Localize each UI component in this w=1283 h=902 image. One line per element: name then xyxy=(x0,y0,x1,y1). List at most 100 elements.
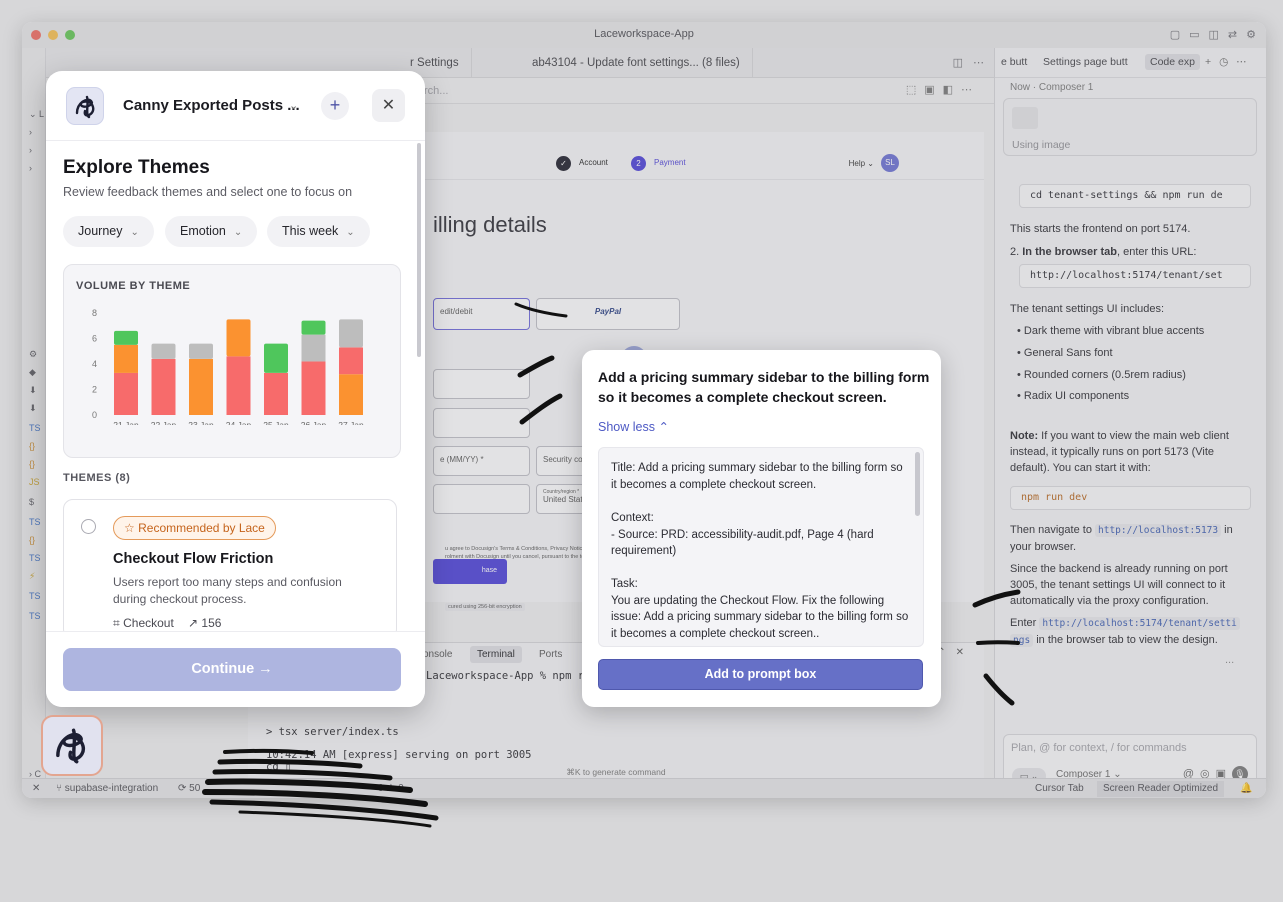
bar-segment[interactable] xyxy=(114,344,138,373)
postal-field[interactable] xyxy=(433,484,530,514)
card-number-field[interactable] xyxy=(433,369,530,399)
workspace-name[interactable]: Canny Exported Posts ... xyxy=(123,97,300,114)
x-tick-label: 24 Jan xyxy=(226,420,252,425)
bar-segment[interactable] xyxy=(189,358,213,415)
name-field[interactable] xyxy=(433,408,530,438)
tab-diff[interactable]: ab43104 - Update font settings... (8 fil… xyxy=(520,48,753,78)
add-button[interactable]: + xyxy=(321,92,349,120)
more-icon[interactable]: ⋯ xyxy=(973,56,984,69)
sync-status[interactable]: ⟳ 50 xyxy=(178,783,200,794)
bar-segment[interactable] xyxy=(264,372,288,415)
gear-icon[interactable]: ⚙ xyxy=(24,346,37,363)
add-to-prompt-button[interactable]: Add to prompt box xyxy=(598,659,923,690)
bar-segment[interactable] xyxy=(151,358,176,415)
secure-note: cured using 256-bit encryption xyxy=(445,603,525,611)
bar-segment[interactable] xyxy=(339,347,363,375)
json-file-icon[interactable]: {} xyxy=(24,438,35,455)
avatar[interactable]: SL xyxy=(881,154,899,172)
bar-segment[interactable] xyxy=(151,343,176,359)
preview-tool-icons[interactable]: ⬚▣◧⋯ xyxy=(906,83,980,96)
ts-file-icon[interactable]: TS xyxy=(24,608,41,625)
branch-status[interactable]: ⑂ supabase-integration xyxy=(56,783,158,794)
bar-segment[interactable] xyxy=(114,330,138,345)
swap-icon[interactable]: ⇄ xyxy=(1228,28,1237,41)
card-option[interactable]: edit/debit xyxy=(433,298,530,330)
chevron-down-icon[interactable]: ⌄ xyxy=(289,99,298,112)
bullet-item: • Rounded corners (0.5rem radius) xyxy=(1017,369,1186,381)
purchase-button[interactable]: hase xyxy=(433,559,507,584)
bar-segment[interactable] xyxy=(114,372,138,415)
bar-segment[interactable] xyxy=(339,374,363,415)
tab-chat-3[interactable]: Code exp xyxy=(1145,54,1200,70)
js-file-icon[interactable]: JS xyxy=(24,474,40,491)
bullet-text: Dark theme with vibrant blue accents xyxy=(1023,325,1205,337)
screen-reader-status[interactable]: Screen Reader Optimized xyxy=(1097,781,1225,797)
close-icon[interactable]: ✕ xyxy=(372,89,405,122)
chat-tab-icons[interactable]: +◷⋯ xyxy=(1205,56,1255,68)
problems-status[interactable]: 0 ⚠ 0 xyxy=(378,783,404,794)
expiry-field[interactable]: e (MM/YY) * xyxy=(433,446,530,476)
tree-chevron[interactable]: ⌄ L xyxy=(24,106,44,123)
modal-scrollbar[interactable] xyxy=(417,143,421,357)
lace-launcher-button[interactable] xyxy=(41,715,103,776)
split-icon[interactable]: ◫ xyxy=(953,56,963,69)
terminal-window-icons[interactable]: ⌃✕ xyxy=(937,647,974,658)
dollar-file-icon[interactable]: $ xyxy=(24,494,34,511)
bar-segment[interactable] xyxy=(264,343,288,373)
json-file-icon[interactable]: {} xyxy=(24,532,35,549)
tab-terminal[interactable]: Terminal xyxy=(470,646,522,663)
bar-segment[interactable] xyxy=(301,320,326,335)
code-snippet: cd tenant-settings && npm run de xyxy=(1019,184,1251,208)
theme-title: Checkout Flow Friction xyxy=(113,551,274,567)
nav-url[interactable]: http://localhost:5173 xyxy=(1095,524,1222,537)
file-icon[interactable]: ⬇ xyxy=(24,400,37,417)
file-icon[interactable]: ⬇ xyxy=(24,382,37,399)
bar-segment[interactable] xyxy=(189,343,213,359)
bar-segment[interactable] xyxy=(301,334,326,362)
step-rest: , enter this URL: xyxy=(1117,246,1197,258)
paypal-option[interactable]: PayPal xyxy=(536,298,680,330)
tree-chevron[interactable]: › xyxy=(24,142,32,159)
tab-chat-1[interactable]: e butt xyxy=(1001,56,1027,68)
bell-icon[interactable]: 🔔 xyxy=(1240,783,1252,794)
ts-file-icon[interactable]: TS xyxy=(24,588,41,605)
tree-chevron[interactable]: › xyxy=(24,124,32,141)
theme-card[interactable]: ☆ Recommended by Lace Checkout Flow Fric… xyxy=(63,499,397,639)
ts-file-icon[interactable]: TS xyxy=(24,514,41,531)
ts-file-icon[interactable]: TS xyxy=(24,420,41,437)
prompt-body[interactable]: Title: Add a pricing summary sidebar to … xyxy=(598,447,924,647)
json-file-icon[interactable]: {} xyxy=(24,456,35,473)
page-title: Explore Themes xyxy=(63,157,210,178)
filter-journey[interactable]: Journey ⌄ xyxy=(63,216,154,247)
help-menu[interactable]: Help ⌄ xyxy=(849,159,874,168)
file-icon[interactable]: ◆ xyxy=(24,364,36,381)
image-attachment[interactable]: Using image xyxy=(1003,98,1257,156)
enter-url-2[interactable]: ngs xyxy=(1010,634,1034,647)
tab-chat-2[interactable]: Settings page butt xyxy=(1043,56,1128,68)
theme-radio[interactable] xyxy=(81,519,96,534)
sidebar-icon[interactable]: ▢ xyxy=(1170,28,1180,41)
filter-time[interactable]: This week ⌄ xyxy=(267,216,370,247)
bar-segment[interactable] xyxy=(301,361,326,415)
tab-ports[interactable]: Ports xyxy=(532,646,569,663)
bar-segment[interactable] xyxy=(339,319,363,348)
layout-icon[interactable]: ◫ xyxy=(1209,28,1219,41)
panel-icon[interactable]: ▭ xyxy=(1189,28,1199,41)
gear-icon[interactable]: ⚙ xyxy=(1246,28,1256,41)
bolt-file-icon[interactable]: ⚡ xyxy=(24,568,35,585)
enter-url[interactable]: http://localhost:5174/tenant/setti xyxy=(1039,617,1240,630)
ts-file-icon[interactable]: TS xyxy=(24,550,41,567)
chevron-up-icon: ⌃ xyxy=(658,420,669,434)
continue-button[interactable]: Continue → xyxy=(63,648,401,691)
show-less-link[interactable]: Show less ⌃ xyxy=(598,419,669,434)
more-icon[interactable]: ... xyxy=(1225,652,1245,668)
bar-segment[interactable] xyxy=(226,356,251,415)
bar-segment[interactable] xyxy=(226,319,251,357)
cursor-tab-status[interactable]: Cursor Tab xyxy=(1035,783,1084,794)
bullet-item: • General Sans font xyxy=(1017,347,1113,359)
prompt-scrollbar[interactable] xyxy=(915,452,920,516)
remote-icon[interactable]: ✕ xyxy=(32,783,40,794)
filter-emotion[interactable]: Emotion ⌄ xyxy=(165,216,258,247)
tree-chevron[interactable]: › xyxy=(24,160,32,177)
scribble-mark xyxy=(209,799,439,821)
